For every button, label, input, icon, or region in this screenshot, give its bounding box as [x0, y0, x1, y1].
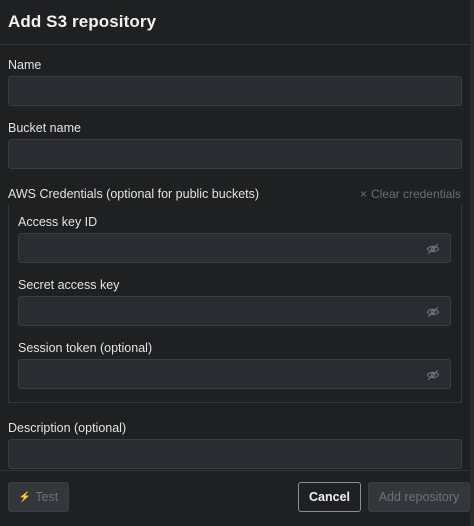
secret-key-label: Secret access key — [18, 278, 120, 292]
description-input[interactable] — [9, 440, 461, 468]
cancel-button[interactable]: Cancel — [298, 482, 361, 512]
secret-key-field-wrapper — [18, 296, 451, 326]
clear-credentials-button[interactable]: × Clear credentials — [360, 187, 461, 201]
clear-credentials-label: Clear credentials — [370, 187, 461, 201]
bucket-name-field-wrapper — [8, 139, 462, 169]
eye-slash-icon[interactable] — [426, 305, 440, 319]
add-s3-repository-dialog: Add S3 repository Name Bucket name AWS C… — [0, 0, 474, 526]
aws-credentials-header: AWS Credentials (optional for public buc… — [8, 187, 260, 201]
test-button[interactable]: ⚡ Test — [8, 482, 69, 512]
lightning-icon: ⚡ — [18, 491, 32, 503]
name-label: Name — [8, 58, 42, 72]
session-token-input[interactable] — [19, 360, 450, 388]
secret-key-input[interactable] — [19, 297, 450, 325]
description-field-wrapper — [8, 439, 462, 469]
description-label: Description (optional) — [8, 421, 127, 435]
access-key-label: Access key ID — [18, 215, 98, 229]
access-key-field-wrapper — [18, 233, 451, 263]
session-token-label: Session token (optional) — [18, 341, 153, 355]
bucket-name-input[interactable] — [9, 140, 461, 168]
eye-slash-icon[interactable] — [426, 242, 440, 256]
scrollbar-track[interactable] — [470, 0, 474, 526]
eye-slash-icon[interactable] — [426, 368, 440, 382]
name-input[interactable] — [9, 77, 461, 105]
name-field-wrapper — [8, 76, 462, 106]
add-repository-button[interactable]: Add repository — [368, 482, 470, 512]
test-button-label: Test — [35, 490, 59, 504]
session-token-field-wrapper — [18, 359, 451, 389]
title-divider — [0, 44, 470, 45]
access-key-input[interactable] — [19, 234, 450, 262]
bucket-name-label: Bucket name — [8, 121, 81, 135]
dialog-title: Add S3 repository — [8, 12, 157, 31]
close-icon: × — [359, 187, 367, 201]
footer-divider — [0, 470, 470, 471]
